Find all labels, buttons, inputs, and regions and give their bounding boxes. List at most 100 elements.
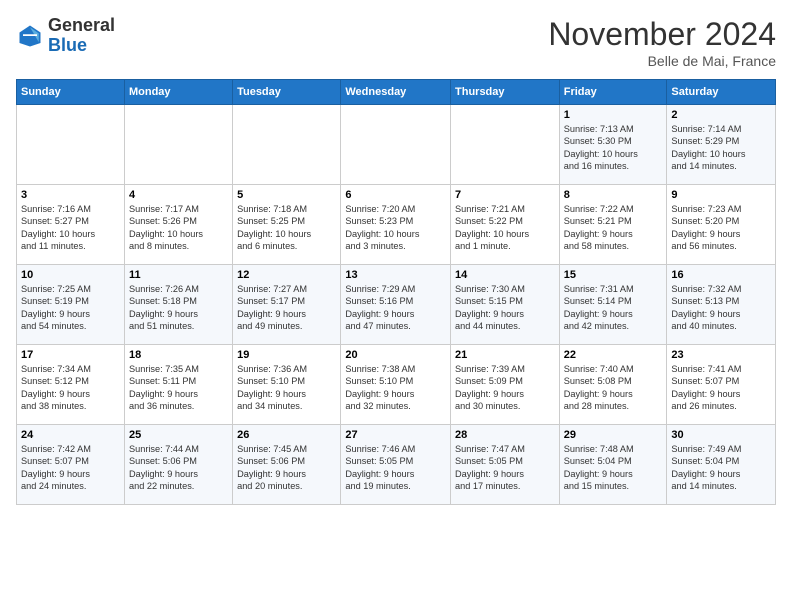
calendar-cell: 23Sunrise: 7:41 AM Sunset: 5:07 PM Dayli… [667, 345, 776, 425]
day-number: 18 [129, 349, 228, 361]
title-area: November 2024 Belle de Mai, France [548, 16, 776, 69]
calendar-week-4: 17 Sunrise: 7:34 AM Sunset: 5:12 PM Dayli… [17, 345, 776, 425]
day-info: Sunrise: 7:18 AM Sunset: 5:25 PM Dayligh… [237, 203, 336, 253]
calendar-cell: 6 Sunrise: 7:20 AM Sunset: 5:23 PM Daylig… [341, 185, 451, 265]
day-number: 19 [237, 349, 336, 361]
calendar-header: SundayMondayTuesdayWednesdayThursdayFrid… [17, 80, 776, 105]
day-info: Sunrise: 7:44 AM Sunset: 5:06 PM Dayligh… [129, 443, 228, 493]
calendar-cell: 17 Sunrise: 7:34 AM Sunset: 5:12 PM Dayli… [17, 345, 125, 425]
weekday-header-row: SundayMondayTuesdayWednesdayThursdayFrid… [17, 80, 776, 105]
calendar-cell: 26 Sunrise: 7:45 AM Sunset: 5:06 PM Dayli… [233, 425, 341, 505]
location-text: Belle de Mai, France [548, 53, 776, 69]
day-number: 20 [345, 349, 446, 361]
day-info: Sunrise: 7:29 AM Sunset: 5:16 PM Dayligh… [345, 283, 446, 333]
calendar-cell: 21 Sunrise: 7:39 AM Sunset: 5:09 PM Dayli… [451, 345, 560, 425]
day-number: 1 [564, 109, 663, 121]
calendar-cell: 24Sunrise: 7:42 AM Sunset: 5:07 PM Dayli… [17, 425, 125, 505]
day-info: Sunrise: 7:21 AM Sunset: 5:22 PM Dayligh… [455, 203, 555, 253]
day-number: 16 [671, 269, 771, 281]
calendar-cell: 11Sunrise: 7:26 AM Sunset: 5:18 PM Dayli… [124, 265, 232, 345]
logo-icon [16, 22, 44, 50]
day-info: Sunrise: 7:25 AM Sunset: 5:19 PM Dayligh… [21, 283, 120, 333]
day-info: Sunrise: 7:17 AM Sunset: 5:26 PM Dayligh… [129, 203, 228, 253]
calendar-cell: 19 Sunrise: 7:36 AM Sunset: 5:10 PM Dayli… [233, 345, 341, 425]
day-number: 7 [455, 189, 555, 201]
calendar-body: 1 Sunrise: 7:13 AM Sunset: 5:30 PM Daylig… [17, 105, 776, 505]
weekday-header-sunday: Sunday [17, 80, 125, 105]
day-info: Sunrise: 7:46 AM Sunset: 5:05 PM Dayligh… [345, 443, 446, 493]
day-number: 5 [237, 189, 336, 201]
day-info: Sunrise: 7:36 AM Sunset: 5:10 PM Dayligh… [237, 363, 336, 413]
calendar-cell: 7 Sunrise: 7:21 AM Sunset: 5:22 PM Daylig… [451, 185, 560, 265]
day-number: 10 [21, 269, 120, 281]
calendar-cell: 5 Sunrise: 7:18 AM Sunset: 5:25 PM Daylig… [233, 185, 341, 265]
day-info: Sunrise: 7:16 AM Sunset: 5:27 PM Dayligh… [21, 203, 120, 253]
day-info: Sunrise: 7:26 AM Sunset: 5:18 PM Dayligh… [129, 283, 228, 333]
day-number: 30 [671, 429, 771, 441]
calendar-week-3: 10 Sunrise: 7:25 AM Sunset: 5:19 PM Dayli… [17, 265, 776, 345]
day-info: Sunrise: 7:14 AM Sunset: 5:29 PM Dayligh… [671, 123, 771, 173]
calendar-cell: 1 Sunrise: 7:13 AM Sunset: 5:30 PM Daylig… [559, 105, 667, 185]
calendar-cell: 13 Sunrise: 7:29 AM Sunset: 5:16 PM Dayli… [341, 265, 451, 345]
logo: General Blue [16, 16, 115, 56]
day-info: Sunrise: 7:49 AM Sunset: 5:04 PM Dayligh… [671, 443, 771, 493]
day-number: 13 [345, 269, 446, 281]
day-number: 29 [564, 429, 663, 441]
calendar-cell: 28Sunrise: 7:47 AM Sunset: 5:05 PM Dayli… [451, 425, 560, 505]
calendar-table: SundayMondayTuesdayWednesdayThursdayFrid… [16, 79, 776, 505]
day-number: 27 [345, 429, 446, 441]
month-title: November 2024 [548, 16, 776, 53]
day-info: Sunrise: 7:22 AM Sunset: 5:21 PM Dayligh… [564, 203, 663, 253]
day-number: 8 [564, 189, 663, 201]
calendar-cell: 8 Sunrise: 7:22 AM Sunset: 5:21 PM Daylig… [559, 185, 667, 265]
logo-general-text: General [48, 15, 115, 35]
day-info: Sunrise: 7:48 AM Sunset: 5:04 PM Dayligh… [564, 443, 663, 493]
day-number: 15 [564, 269, 663, 281]
day-info: Sunrise: 7:45 AM Sunset: 5:06 PM Dayligh… [237, 443, 336, 493]
day-info: Sunrise: 7:40 AM Sunset: 5:08 PM Dayligh… [564, 363, 663, 413]
day-number: 6 [345, 189, 446, 201]
weekday-header-tuesday: Tuesday [233, 80, 341, 105]
calendar-week-5: 24Sunrise: 7:42 AM Sunset: 5:07 PM Dayli… [17, 425, 776, 505]
day-info: Sunrise: 7:27 AM Sunset: 5:17 PM Dayligh… [237, 283, 336, 333]
calendar-cell: 3 Sunrise: 7:16 AM Sunset: 5:27 PM Daylig… [17, 185, 125, 265]
weekday-header-friday: Friday [559, 80, 667, 105]
day-info: Sunrise: 7:20 AM Sunset: 5:23 PM Dayligh… [345, 203, 446, 253]
day-info: Sunrise: 7:35 AM Sunset: 5:11 PM Dayligh… [129, 363, 228, 413]
calendar-cell: 4 Sunrise: 7:17 AM Sunset: 5:26 PM Daylig… [124, 185, 232, 265]
day-info: Sunrise: 7:13 AM Sunset: 5:30 PM Dayligh… [564, 123, 663, 173]
calendar-cell: 9Sunrise: 7:23 AM Sunset: 5:20 PM Daylig… [667, 185, 776, 265]
day-info: Sunrise: 7:23 AM Sunset: 5:20 PM Dayligh… [671, 203, 771, 253]
calendar-cell: 25 Sunrise: 7:44 AM Sunset: 5:06 PM Dayli… [124, 425, 232, 505]
calendar-cell: 20Sunrise: 7:38 AM Sunset: 5:10 PM Dayli… [341, 345, 451, 425]
logo-blue-text: Blue [48, 35, 87, 55]
weekday-header-monday: Monday [124, 80, 232, 105]
day-info: Sunrise: 7:42 AM Sunset: 5:07 PM Dayligh… [21, 443, 120, 493]
day-info: Sunrise: 7:34 AM Sunset: 5:12 PM Dayligh… [21, 363, 120, 413]
day-info: Sunrise: 7:39 AM Sunset: 5:09 PM Dayligh… [455, 363, 555, 413]
day-info: Sunrise: 7:30 AM Sunset: 5:15 PM Dayligh… [455, 283, 555, 333]
weekday-header-wednesday: Wednesday [341, 80, 451, 105]
day-number: 4 [129, 189, 228, 201]
day-number: 17 [21, 349, 120, 361]
calendar-cell: 12 Sunrise: 7:27 AM Sunset: 5:17 PM Dayli… [233, 265, 341, 345]
day-number: 12 [237, 269, 336, 281]
day-number: 3 [21, 189, 120, 201]
calendar-week-1: 1 Sunrise: 7:13 AM Sunset: 5:30 PM Daylig… [17, 105, 776, 185]
day-info: Sunrise: 7:32 AM Sunset: 5:13 PM Dayligh… [671, 283, 771, 333]
day-number: 23 [671, 349, 771, 361]
calendar-cell: 29 Sunrise: 7:48 AM Sunset: 5:04 PM Dayli… [559, 425, 667, 505]
day-number: 21 [455, 349, 555, 361]
calendar-cell [17, 105, 125, 185]
day-number: 25 [129, 429, 228, 441]
calendar-cell: 22 Sunrise: 7:40 AM Sunset: 5:08 PM Dayli… [559, 345, 667, 425]
calendar-cell [233, 105, 341, 185]
calendar-cell [124, 105, 232, 185]
weekday-header-thursday: Thursday [451, 80, 560, 105]
weekday-header-saturday: Saturday [667, 80, 776, 105]
day-number: 14 [455, 269, 555, 281]
page-header: General Blue November 2024 Belle de Mai,… [16, 16, 776, 69]
calendar-cell [451, 105, 560, 185]
day-number: 22 [564, 349, 663, 361]
day-number: 26 [237, 429, 336, 441]
